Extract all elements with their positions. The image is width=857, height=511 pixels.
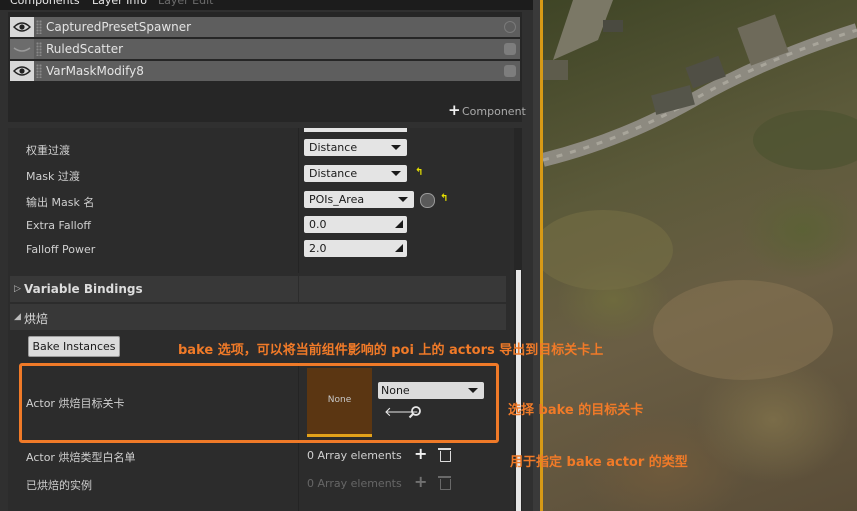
scrollbar-thumb[interactable]: [516, 270, 521, 511]
component-row[interactable]: CapturedPresetSpawner: [10, 17, 520, 37]
array-count: 0 Array elements: [307, 477, 402, 490]
trash-icon[interactable]: [438, 448, 451, 462]
component-toggle[interactable]: [504, 43, 516, 55]
dropdown-value: POIs_Area: [309, 193, 365, 206]
add-element-icon[interactable]: +: [414, 444, 427, 463]
eye-closed-icon: [13, 47, 31, 52]
drag-handle[interactable]: [36, 42, 42, 56]
panel-tab-bar: Components Layer Info Layer Edit: [0, 0, 533, 10]
chevron-down-icon: [391, 145, 401, 150]
annotation-bake-option: bake 选项，可以将当前组件影响的 poi 上的 actors 导出到目标关卡…: [178, 343, 604, 358]
column-divider: [298, 276, 299, 302]
column-divider: [298, 128, 299, 273]
section-title: 烘焙: [24, 312, 49, 326]
terrain-scene: [543, 0, 857, 380]
annotation-specify-type: 用于指定 bake actor 的类型: [510, 455, 688, 470]
drag-value-icon: [395, 220, 403, 228]
trash-icon: [438, 476, 451, 490]
section-variable-bindings[interactable]: ▷ Variable Bindings: [10, 276, 506, 302]
extra-falloff-input[interactable]: 0.0: [304, 216, 407, 233]
eye-icon: [13, 22, 31, 32]
add-element-icon: +: [414, 472, 428, 491]
drag-handle[interactable]: [36, 64, 42, 78]
component-name: CapturedPresetSpawner: [46, 20, 192, 34]
array-count: 0 Array elements: [307, 449, 402, 462]
visibility-toggle[interactable]: [10, 61, 34, 81]
plus-icon: +: [448, 101, 461, 119]
drag-value-icon: [395, 244, 403, 252]
section-title: Variable Bindings: [24, 282, 143, 296]
dropdown-value: Distance: [309, 141, 358, 154]
falloff-power-input[interactable]: 2.0: [304, 240, 407, 257]
mask-transition-label: Mask 过渡: [26, 170, 80, 183]
chevron-down-icon: [398, 197, 408, 202]
component-toggle[interactable]: [504, 65, 516, 77]
section-bake[interactable]: ◢ 烘焙: [10, 304, 506, 330]
reset-to-default-icon[interactable]: ↰: [440, 193, 448, 204]
tab-layer-edit[interactable]: Layer Edit: [158, 0, 213, 8]
chevron-down-icon: [391, 171, 401, 176]
visibility-toggle[interactable]: [10, 17, 34, 37]
number-value: 2.0: [309, 242, 327, 255]
weight-transition-dropdown[interactable]: Distance: [304, 139, 407, 156]
field-partial: [304, 128, 407, 132]
mask-transition-dropdown[interactable]: Distance: [304, 165, 407, 182]
tab-components[interactable]: Components: [10, 0, 80, 8]
visibility-toggle[interactable]: [10, 39, 34, 59]
output-mask-name-label: 输出 Mask 名: [26, 196, 95, 209]
number-value: 0.0: [309, 218, 327, 231]
column-divider: [298, 438, 299, 511]
eye-icon: [13, 66, 31, 76]
add-component-button[interactable]: +Component: [448, 101, 526, 119]
add-component-label: Component: [462, 105, 526, 118]
extra-falloff-label: Extra Falloff: [26, 219, 92, 232]
weight-transition-label: 权重过渡: [26, 144, 70, 157]
dropdown-value: Distance: [309, 167, 358, 180]
level-viewport[interactable]: [543, 0, 857, 511]
annotation-select-target: 选择 bake 的目标关卡: [508, 403, 644, 418]
chevron-right-icon: ▷: [14, 284, 21, 294]
component-row[interactable]: RuledScatter: [10, 39, 520, 59]
component-name: VarMaskModify8: [46, 64, 144, 78]
mask-color-swatch[interactable]: [420, 193, 435, 208]
baked-instances-label: 已烘焙的实例: [26, 479, 92, 492]
bake-type-whitelist-label: Actor 烘焙类型白名单: [26, 451, 136, 464]
tab-layer-info[interactable]: Layer Info: [92, 0, 147, 8]
drag-handle[interactable]: [36, 20, 42, 34]
chevron-down-icon: ◢: [14, 312, 21, 322]
bake-instances-button[interactable]: Bake Instances: [28, 336, 120, 357]
reset-to-default-icon[interactable]: ↰: [415, 167, 423, 178]
annotation-highlight-box: [19, 363, 499, 443]
component-row[interactable]: VarMaskModify8: [10, 61, 520, 81]
component-toggle[interactable]: [504, 21, 516, 33]
output-mask-name-dropdown[interactable]: POIs_Area: [304, 191, 414, 208]
component-name: RuledScatter: [46, 42, 124, 56]
falloff-power-label: Falloff Power: [26, 243, 96, 256]
